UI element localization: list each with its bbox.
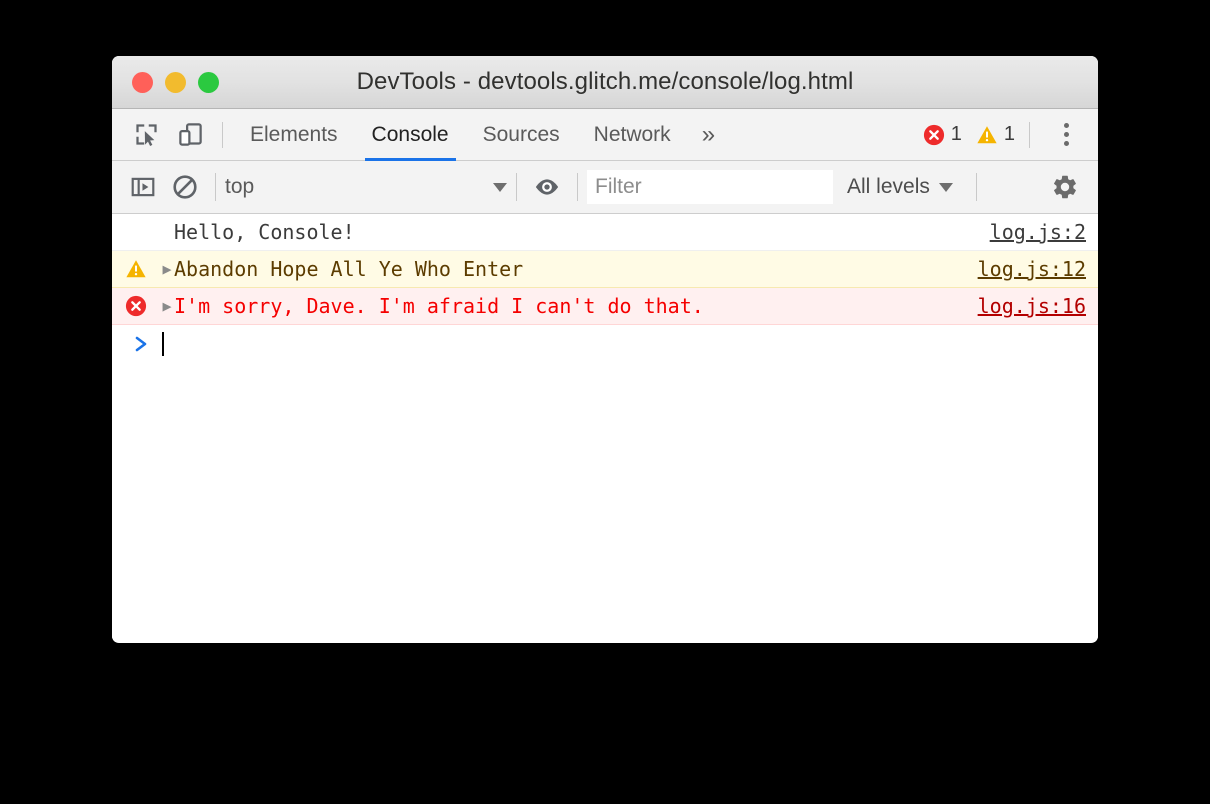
warning-count-badge[interactable]: 1 (976, 123, 1015, 146)
message-gutter (112, 295, 160, 317)
inspect-element-icon[interactable] (124, 109, 168, 161)
console-toolbar-divider (577, 173, 578, 201)
console-message-list[interactable]: Hello, Console! log.js:2 ▶ Abandon Hope … (112, 214, 1098, 642)
source-link[interactable]: log.js:16 (978, 294, 1086, 318)
panel-tabs: Elements Console Sources Network » (233, 109, 729, 161)
console-toolbar-divider (215, 173, 216, 201)
source-link[interactable]: log.js:12 (978, 257, 1086, 281)
devtools-window: DevTools - devtools.glitch.me/console/lo… (112, 56, 1098, 643)
tab-sources[interactable]: Sources (466, 109, 577, 161)
gear-icon[interactable] (1044, 161, 1086, 213)
error-icon (923, 124, 945, 146)
kebab-menu-icon[interactable] (1046, 109, 1086, 161)
console-sidebar-icon[interactable] (122, 161, 164, 213)
console-toolbar-divider (975, 173, 977, 201)
text-cursor (162, 332, 164, 356)
device-toolbar-icon[interactable] (168, 109, 212, 161)
warning-count-label: 1 (1003, 123, 1015, 145)
window-title: DevTools - devtools.glitch.me/console/lo… (356, 68, 854, 95)
message-gutter (112, 258, 160, 280)
console-prompt[interactable] (112, 325, 1098, 363)
tabbar-right-group: 1 1 (923, 109, 1098, 161)
log-levels-label: All levels (847, 175, 930, 198)
tab-elements-label: Elements (250, 122, 338, 146)
execution-context-selector[interactable]: top (225, 161, 507, 213)
console-message-text: I'm sorry, Dave. I'm afraid I can't do t… (174, 294, 704, 318)
more-tabs-label: » (701, 120, 716, 148)
prompt-chevron-icon (126, 335, 158, 353)
tab-console-label: Console (371, 122, 449, 146)
eye-icon[interactable] (526, 161, 568, 213)
console-message-log[interactable]: Hello, Console! log.js:2 (112, 214, 1098, 251)
source-link[interactable]: log.js:2 (990, 220, 1086, 244)
window-titlebar: DevTools - devtools.glitch.me/console/lo… (112, 56, 1098, 109)
warning-icon (125, 258, 147, 280)
tabbar-divider (222, 121, 223, 148)
tab-console[interactable]: Console (355, 109, 466, 161)
console-toolbar: top All levels (112, 161, 1098, 214)
expand-arrow-icon[interactable]: ▶ (160, 298, 174, 314)
error-icon (125, 295, 147, 317)
chevron-down-icon (493, 182, 507, 192)
console-message-warning[interactable]: ▶ Abandon Hope All Ye Who Enter log.js:1… (112, 251, 1098, 288)
console-message-error[interactable]: ▶ I'm sorry, Dave. I'm afraid I can't do… (112, 288, 1098, 325)
expand-arrow-icon[interactable]: ▶ (160, 261, 174, 277)
kebab-dot (1063, 132, 1069, 137)
tabbar-right-divider (1029, 121, 1030, 148)
devtools-tabbar: Elements Console Sources Network » 1 1 (112, 109, 1098, 161)
tab-elements[interactable]: Elements (233, 109, 355, 161)
log-levels-dropdown[interactable]: All levels (833, 161, 967, 213)
error-count-badge[interactable]: 1 (923, 123, 962, 146)
execution-context-value: top (225, 175, 255, 198)
warning-icon (976, 124, 998, 146)
tab-network-label: Network (593, 122, 671, 146)
filter-input[interactable] (587, 170, 833, 204)
more-tabs-icon[interactable]: » (688, 109, 729, 161)
tab-sources-label: Sources (482, 122, 560, 146)
error-count-label: 1 (950, 123, 962, 145)
tab-network[interactable]: Network (577, 109, 688, 161)
kebab-dot (1063, 141, 1069, 146)
clear-console-icon[interactable] (164, 161, 206, 213)
kebab-dot (1063, 123, 1069, 128)
console-message-text: Abandon Hope All Ye Who Enter (174, 257, 524, 281)
chevron-down-icon (938, 182, 953, 192)
console-toolbar-divider (516, 173, 517, 201)
console-toolbar-right (1044, 161, 1098, 213)
console-message-text: Hello, Console! (174, 220, 355, 244)
